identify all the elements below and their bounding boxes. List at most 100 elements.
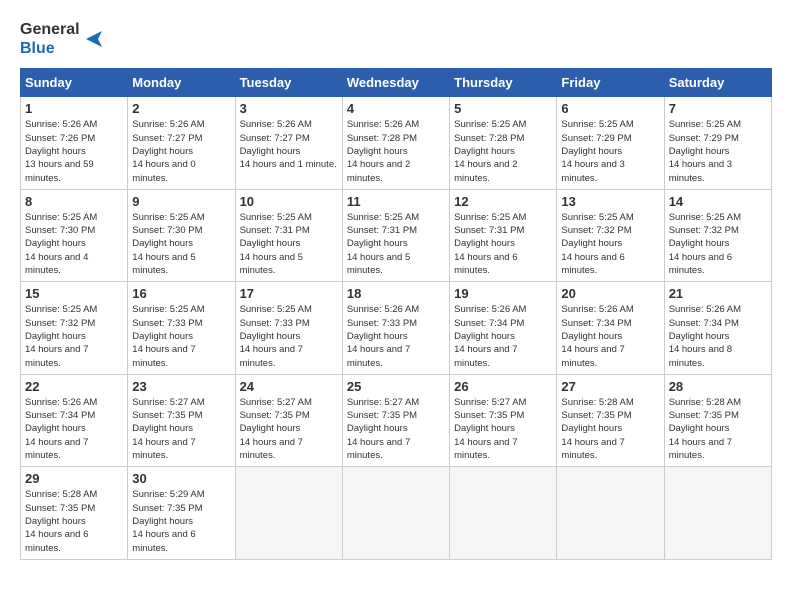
day-info: Sunrise: 5:25 AMSunset: 7:31 PMDaylight …: [454, 211, 552, 277]
day-number: 7: [669, 101, 767, 116]
calendar-cell: 23 Sunrise: 5:27 AMSunset: 7:35 PMDaylig…: [128, 374, 235, 466]
day-info: Sunrise: 5:26 AMSunset: 7:27 PMDaylight …: [132, 118, 230, 184]
col-header-friday: Friday: [557, 69, 664, 97]
day-info: Sunrise: 5:26 AMSunset: 7:34 PMDaylight …: [669, 303, 767, 369]
day-info: Sunrise: 5:25 AMSunset: 7:32 PMDaylight …: [669, 211, 767, 277]
calendar-cell: 7 Sunrise: 5:25 AMSunset: 7:29 PMDayligh…: [664, 97, 771, 189]
logo-general: General: [20, 21, 80, 38]
day-number: 19: [454, 286, 552, 301]
calendar-cell: [235, 467, 342, 559]
calendar-cell: 17 Sunrise: 5:25 AMSunset: 7:33 PMDaylig…: [235, 282, 342, 374]
calendar-cell: 27 Sunrise: 5:28 AMSunset: 7:35 PMDaylig…: [557, 374, 664, 466]
day-number: 29: [25, 471, 123, 486]
calendar-cell: 29 Sunrise: 5:28 AMSunset: 7:35 PMDaylig…: [21, 467, 128, 559]
day-info: Sunrise: 5:25 AMSunset: 7:31 PMDaylight …: [240, 211, 338, 277]
day-info: Sunrise: 5:28 AMSunset: 7:35 PMDaylight …: [25, 488, 123, 554]
calendar-cell: 18 Sunrise: 5:26 AMSunset: 7:33 PMDaylig…: [342, 282, 449, 374]
col-header-monday: Monday: [128, 69, 235, 97]
day-info: Sunrise: 5:26 AMSunset: 7:34 PMDaylight …: [561, 303, 659, 369]
day-number: 10: [240, 194, 338, 209]
day-info: Sunrise: 5:26 AMSunset: 7:26 PMDaylight …: [25, 118, 123, 184]
calendar-cell: 4 Sunrise: 5:26 AMSunset: 7:28 PMDayligh…: [342, 97, 449, 189]
day-number: 3: [240, 101, 338, 116]
day-number: 6: [561, 101, 659, 116]
day-number: 23: [132, 379, 230, 394]
header-row: SundayMondayTuesdayWednesdayThursdayFrid…: [21, 69, 772, 97]
logo-arrow-icon: [84, 29, 104, 49]
calendar-cell: 28 Sunrise: 5:28 AMSunset: 7:35 PMDaylig…: [664, 374, 771, 466]
day-number: 21: [669, 286, 767, 301]
calendar-cell: 22 Sunrise: 5:26 AMSunset: 7:34 PMDaylig…: [21, 374, 128, 466]
day-info: Sunrise: 5:26 AMSunset: 7:34 PMDaylight …: [454, 303, 552, 369]
day-info: Sunrise: 5:29 AMSunset: 7:35 PMDaylight …: [132, 488, 230, 554]
day-info: Sunrise: 5:26 AMSunset: 7:28 PMDaylight …: [347, 118, 445, 184]
calendar-cell: [450, 467, 557, 559]
calendar-cell: 26 Sunrise: 5:27 AMSunset: 7:35 PMDaylig…: [450, 374, 557, 466]
day-number: 8: [25, 194, 123, 209]
day-info: Sunrise: 5:28 AMSunset: 7:35 PMDaylight …: [561, 396, 659, 462]
calendar-cell: 15 Sunrise: 5:25 AMSunset: 7:32 PMDaylig…: [21, 282, 128, 374]
header: General Blue: [20, 20, 772, 58]
day-number: 5: [454, 101, 552, 116]
calendar-cell: 10 Sunrise: 5:25 AMSunset: 7:31 PMDaylig…: [235, 189, 342, 281]
day-number: 9: [132, 194, 230, 209]
calendar-cell: 9 Sunrise: 5:25 AMSunset: 7:30 PMDayligh…: [128, 189, 235, 281]
day-info: Sunrise: 5:25 AMSunset: 7:32 PMDaylight …: [25, 303, 123, 369]
day-number: 25: [347, 379, 445, 394]
day-number: 4: [347, 101, 445, 116]
day-info: Sunrise: 5:25 AMSunset: 7:33 PMDaylight …: [132, 303, 230, 369]
day-number: 26: [454, 379, 552, 394]
logo-blue: Blue: [20, 40, 55, 57]
calendar-cell: 11 Sunrise: 5:25 AMSunset: 7:31 PMDaylig…: [342, 189, 449, 281]
calendar-cell: [664, 467, 771, 559]
week-row-5: 29 Sunrise: 5:28 AMSunset: 7:35 PMDaylig…: [21, 467, 772, 559]
day-number: 11: [347, 194, 445, 209]
week-row-1: 1 Sunrise: 5:26 AMSunset: 7:26 PMDayligh…: [21, 97, 772, 189]
day-number: 12: [454, 194, 552, 209]
day-info: Sunrise: 5:27 AMSunset: 7:35 PMDaylight …: [132, 396, 230, 462]
calendar-cell: 1 Sunrise: 5:26 AMSunset: 7:26 PMDayligh…: [21, 97, 128, 189]
day-number: 2: [132, 101, 230, 116]
day-number: 17: [240, 286, 338, 301]
calendar-cell: 16 Sunrise: 5:25 AMSunset: 7:33 PMDaylig…: [128, 282, 235, 374]
calendar-cell: 12 Sunrise: 5:25 AMSunset: 7:31 PMDaylig…: [450, 189, 557, 281]
calendar-cell: 5 Sunrise: 5:25 AMSunset: 7:28 PMDayligh…: [450, 97, 557, 189]
day-number: 22: [25, 379, 123, 394]
day-info: Sunrise: 5:28 AMSunset: 7:35 PMDaylight …: [669, 396, 767, 462]
day-number: 28: [669, 379, 767, 394]
day-info: Sunrise: 5:25 AMSunset: 7:32 PMDaylight …: [561, 211, 659, 277]
col-header-tuesday: Tuesday: [235, 69, 342, 97]
day-info: Sunrise: 5:27 AMSunset: 7:35 PMDaylight …: [240, 396, 338, 462]
day-number: 30: [132, 471, 230, 486]
day-info: Sunrise: 5:25 AMSunset: 7:33 PMDaylight …: [240, 303, 338, 369]
day-info: Sunrise: 5:25 AMSunset: 7:30 PMDaylight …: [25, 211, 123, 277]
calendar-cell: 25 Sunrise: 5:27 AMSunset: 7:35 PMDaylig…: [342, 374, 449, 466]
day-number: 14: [669, 194, 767, 209]
day-info: Sunrise: 5:25 AMSunset: 7:28 PMDaylight …: [454, 118, 552, 184]
week-row-2: 8 Sunrise: 5:25 AMSunset: 7:30 PMDayligh…: [21, 189, 772, 281]
day-info: Sunrise: 5:26 AMSunset: 7:34 PMDaylight …: [25, 396, 123, 462]
calendar-cell: 8 Sunrise: 5:25 AMSunset: 7:30 PMDayligh…: [21, 189, 128, 281]
calendar-cell: 30 Sunrise: 5:29 AMSunset: 7:35 PMDaylig…: [128, 467, 235, 559]
calendar-cell: 20 Sunrise: 5:26 AMSunset: 7:34 PMDaylig…: [557, 282, 664, 374]
day-number: 24: [240, 379, 338, 394]
col-header-saturday: Saturday: [664, 69, 771, 97]
calendar-cell: 14 Sunrise: 5:25 AMSunset: 7:32 PMDaylig…: [664, 189, 771, 281]
calendar-cell: 21 Sunrise: 5:26 AMSunset: 7:34 PMDaylig…: [664, 282, 771, 374]
week-row-4: 22 Sunrise: 5:26 AMSunset: 7:34 PMDaylig…: [21, 374, 772, 466]
day-info: Sunrise: 5:26 AMSunset: 7:33 PMDaylight …: [347, 303, 445, 369]
calendar-cell: 6 Sunrise: 5:25 AMSunset: 7:29 PMDayligh…: [557, 97, 664, 189]
col-header-wednesday: Wednesday: [342, 69, 449, 97]
day-number: 13: [561, 194, 659, 209]
logo-text: General Blue: [20, 20, 80, 58]
col-header-thursday: Thursday: [450, 69, 557, 97]
day-info: Sunrise: 5:25 AMSunset: 7:30 PMDaylight …: [132, 211, 230, 277]
day-number: 1: [25, 101, 123, 116]
calendar-cell: 13 Sunrise: 5:25 AMSunset: 7:32 PMDaylig…: [557, 189, 664, 281]
week-row-3: 15 Sunrise: 5:25 AMSunset: 7:32 PMDaylig…: [21, 282, 772, 374]
day-info: Sunrise: 5:25 AMSunset: 7:31 PMDaylight …: [347, 211, 445, 277]
day-number: 20: [561, 286, 659, 301]
day-info: Sunrise: 5:25 AMSunset: 7:29 PMDaylight …: [561, 118, 659, 184]
calendar-cell: 3 Sunrise: 5:26 AMSunset: 7:27 PMDayligh…: [235, 97, 342, 189]
calendar-cell: [557, 467, 664, 559]
